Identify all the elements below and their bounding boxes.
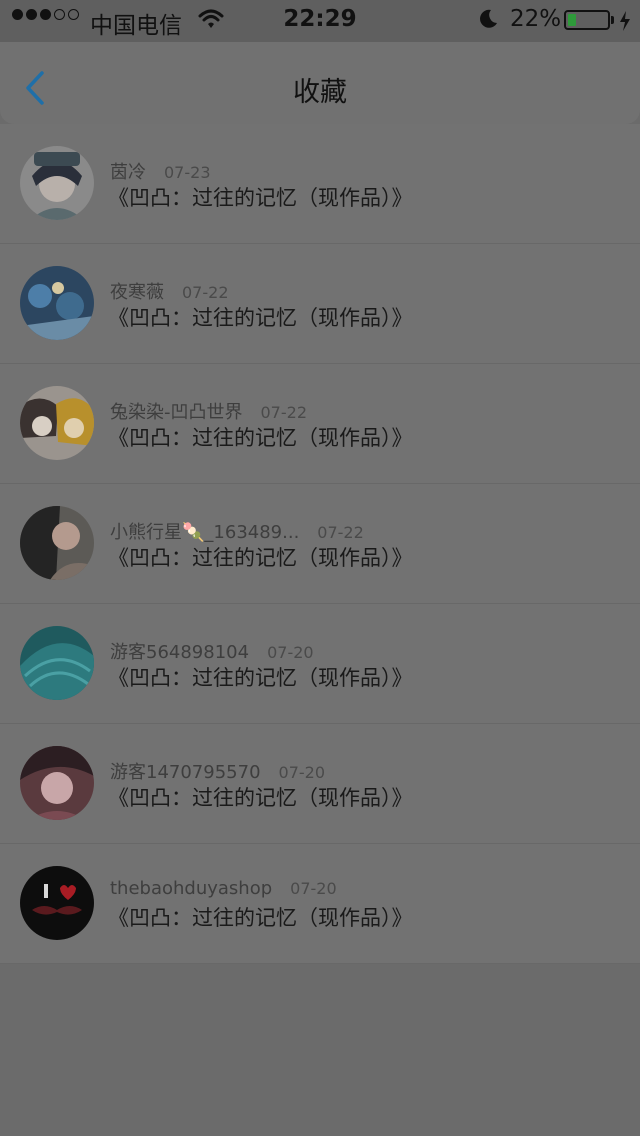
avatar[interactable] (20, 626, 94, 700)
date: 07-23 (164, 163, 211, 182)
date: 07-20 (278, 763, 326, 782)
avatar[interactable] (20, 266, 94, 340)
list-item[interactable]: 游客564898104 07-20 《凹凸：过往的记忆（现作品）》 (0, 604, 640, 724)
do-not-disturb-moon-icon (477, 8, 499, 36)
work-title[interactable]: 《凹凸：过往的记忆（现作品）》 (108, 542, 413, 572)
battery-cap (611, 16, 614, 24)
username: thebaohduyashop (110, 878, 273, 899)
item-meta: thebaohduyashop 07-20 (110, 878, 337, 899)
date: 07-20 (267, 643, 314, 662)
avatar[interactable] (20, 146, 94, 220)
date: 07-22 (260, 403, 308, 422)
charging-bolt-icon (618, 10, 632, 38)
item-meta: 夜寒薇 07-22 (110, 278, 229, 304)
page-title: 收藏 (293, 77, 347, 108)
work-title[interactable]: 《凹凸：过往的记忆（现作品）》 (108, 182, 413, 212)
username: 夜寒薇 (110, 282, 164, 303)
battery-percent: 22% (510, 6, 562, 32)
status-bar: 中国电信 22:29 22% (0, 0, 640, 42)
favorites-list: 茵冷 07-23 《凹凸：过往的记忆（现作品）》 夜寒薇 07-22 《凹凸：过往的记忆（… (0, 124, 640, 964)
work-title[interactable]: 《凹凸：过往的记忆（现作品）》 (108, 662, 413, 692)
username: 游客564898104 (110, 642, 250, 663)
navigation-bar: 收藏 (0, 42, 640, 124)
battery-icon (564, 10, 610, 30)
item-meta: 小熊行星🍡_163489... 07-22 (110, 518, 364, 544)
work-title[interactable]: 《凹凸：过往的记忆（现作品）》 (108, 302, 413, 332)
list-item[interactable]: 游客1470795570 07-20 《凹凸：过往的记忆（现作品）》 (0, 724, 640, 844)
avatar[interactable] (20, 866, 94, 940)
avatar[interactable] (20, 386, 94, 460)
username: 兔染染-凹凸世界 (110, 402, 243, 423)
work-title[interactable]: 《凹凸：过往的记忆（现作品）》 (108, 902, 413, 932)
avatar[interactable] (20, 746, 94, 820)
work-title[interactable]: 《凹凸：过往的记忆（现作品）》 (108, 422, 413, 452)
item-meta: 游客564898104 07-20 (110, 638, 314, 664)
list-item[interactable]: 小熊行星🍡_163489... 07-22 《凹凸：过往的记忆（现作品）》 (0, 484, 640, 604)
date: 07-20 (290, 879, 337, 898)
date: 07-22 (317, 523, 364, 542)
item-meta: 茵冷 07-23 (110, 158, 211, 184)
username: 小熊行星🍡_163489... (110, 522, 300, 543)
work-title[interactable]: 《凹凸：过往的记忆（现作品）》 (108, 782, 413, 812)
item-meta: 游客1470795570 07-20 (110, 758, 325, 784)
list-item[interactable]: 茵冷 07-23 《凹凸：过往的记忆（现作品）》 (0, 124, 640, 244)
list-item[interactable]: 兔染染-凹凸世界 07-22 《凹凸：过往的记忆（现作品）》 (0, 364, 640, 484)
battery-level-fill (568, 14, 576, 26)
list-item[interactable]: thebaohduyashop 07-20 《凹凸：过往的记忆（现作品）》 (0, 844, 640, 964)
list-item[interactable]: 夜寒薇 07-22 《凹凸：过往的记忆（现作品）》 (0, 244, 640, 364)
avatar[interactable] (20, 506, 94, 580)
username: 游客1470795570 (110, 762, 261, 783)
username: 茵冷 (110, 162, 146, 183)
item-meta: 兔染染-凹凸世界 07-22 (110, 398, 307, 424)
date: 07-22 (182, 283, 229, 302)
